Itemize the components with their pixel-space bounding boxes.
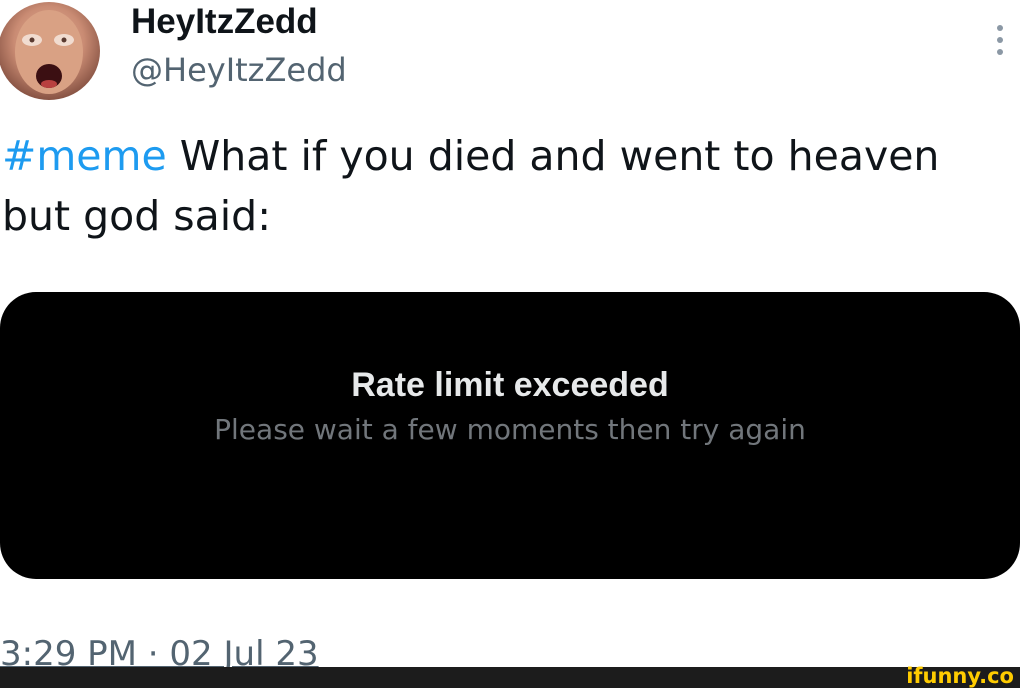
more-options-button[interactable] [990, 20, 1010, 60]
hashtag-link[interactable]: #meme [2, 132, 167, 180]
watermark-bar [0, 667, 1020, 688]
author-handle[interactable]: @HeyItzZedd [131, 50, 347, 90]
avatar[interactable] [0, 2, 100, 100]
rate-limit-title: Rate limit exceeded [351, 366, 669, 404]
rate-limit-subtitle: Please wait a few moments then try again [214, 413, 806, 446]
avatar-face-image [15, 10, 83, 94]
author-display-name[interactable]: HeyItzZedd [131, 2, 318, 42]
ifunny-watermark: ifunny.co [906, 664, 1014, 688]
more-vertical-icon [997, 25, 1003, 55]
tweet-text: #meme What if you died and went to heave… [2, 126, 1002, 246]
